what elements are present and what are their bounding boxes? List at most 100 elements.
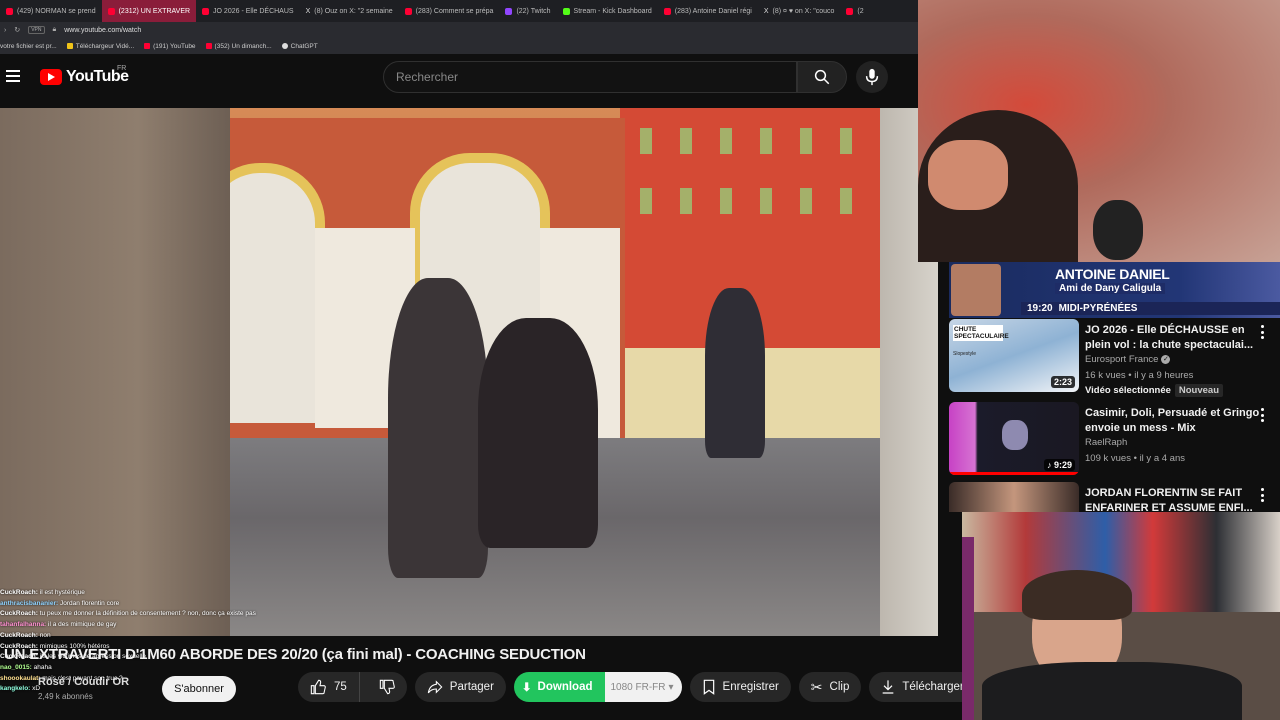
bookmark-label: (191) YouTube: [153, 42, 196, 50]
telecharger-button[interactable]: Télécharger: [869, 672, 976, 702]
subscribe-button[interactable]: S'abonner: [162, 676, 236, 702]
recommendation-channel[interactable]: Eurosport France ✓: [1085, 354, 1171, 365]
bookmark-item[interactable]: ChatGPT: [281, 43, 318, 50]
recommendation-stats: 16 k vues • il y a 9 heures: [1085, 370, 1194, 381]
dislike-button[interactable]: [367, 672, 407, 702]
youtube-icon: [144, 43, 151, 49]
like-count: 75: [334, 681, 347, 693]
chat-username[interactable]: CuckRoach:: [0, 632, 38, 639]
thumbs-down-icon: [379, 679, 395, 695]
recommendation-channel[interactable]: RaelRaph: [1085, 437, 1127, 448]
browser-tab[interactable]: (283) Comment se prépa: [399, 0, 500, 22]
video-duration: 2:23: [1050, 376, 1075, 388]
chat-username[interactable]: shoookaulat:: [0, 675, 40, 682]
chat-message: CuckRoach: il est hystérique: [0, 588, 300, 599]
recommendation-title[interactable]: Casimir, Doli, Persuadé et Gringo envoie…: [1085, 406, 1260, 436]
search-icon: [814, 69, 830, 85]
youtube-logo[interactable]: YouTube FR: [40, 65, 129, 86]
video-thumbnail[interactable]: CHUTE SPECTACULAIRE Slopestyle 2:23: [949, 319, 1079, 392]
browser-tab[interactable]: (22) Twitch: [499, 0, 556, 22]
video-thumbnail[interactable]: ♪ 9:29: [949, 402, 1079, 475]
browser-tab[interactable]: X (8) ¤ ♥ on X: "couco: [758, 0, 841, 22]
search-button[interactable]: [797, 61, 847, 93]
lock-icon: 🔒︎: [52, 26, 57, 33]
chat-username[interactable]: tahanfalhanna:: [0, 621, 46, 628]
bookmark-label: (352) Un dimanch...: [214, 42, 272, 50]
browser-tab[interactable]: (429) NORMAN se prend: [0, 0, 102, 22]
bookmark-label: Téléchargeur Vidé...: [75, 42, 135, 50]
quality-select[interactable]: 1080 FR-FR ▾: [604, 672, 682, 702]
more-options-icon[interactable]: [1261, 408, 1265, 422]
vpn-badge[interactable]: VPN: [28, 26, 45, 34]
like-button[interactable]: 75: [298, 672, 360, 702]
chat-username[interactable]: CuckRoach:: [0, 589, 38, 596]
chat-username[interactable]: CuckRoach:: [0, 610, 38, 617]
chat-username[interactable]: kangkelo:: [0, 685, 30, 692]
forward-icon[interactable]: ›: [4, 27, 6, 34]
chevron-down-icon: ▾: [668, 681, 674, 693]
share-icon: [427, 680, 443, 694]
bookmark-item[interactable]: (352) Un dimanch...: [205, 42, 272, 50]
download-arrow-icon: ⬇: [521, 682, 532, 694]
tab-label: (8) ¤ ♥ on X: "couco: [772, 7, 835, 15]
chat-message: anthracisbananier: Jordan florentin core: [0, 599, 300, 610]
verified-icon: ✓: [1161, 354, 1171, 364]
youtube-icon: [205, 43, 212, 49]
browser-tab[interactable]: (283) Antoine Daniel régi: [658, 0, 758, 22]
more-options-icon[interactable]: [1261, 325, 1265, 339]
share-button[interactable]: Partager: [414, 672, 506, 702]
download-icon: [66, 43, 73, 49]
address-bar[interactable]: › ↻ VPN 🔒︎ www.youtube.com/watch: [0, 22, 918, 38]
recommendation-item[interactable]: JORDAN FLORENTIN SE FAIT ENFARINER ET AS…: [949, 482, 1279, 514]
youtube-icon: [404, 7, 412, 15]
share-label: Partager: [449, 681, 494, 693]
recommendation-title[interactable]: JO 2026 - Elle DÉCHAUSSE en plein vol : …: [1085, 323, 1260, 353]
url-text[interactable]: www.youtube.com/watch: [64, 27, 141, 34]
webcam-bottom: [962, 512, 1280, 720]
browser-tab[interactable]: JO 2026 - Elle DÉCHAUS: [196, 0, 300, 22]
bookmark-item[interactable]: Téléchargeur Vidé...: [66, 42, 135, 50]
browser-tab[interactable]: (2: [840, 0, 869, 22]
video-thumbnail[interactable]: [949, 482, 1079, 512]
like-dislike-group: 75: [298, 672, 407, 702]
chatgpt-icon: [281, 43, 288, 49]
tab-label: (22) Twitch: [516, 7, 551, 15]
video-actions: 75 Partager ⬇ Download 1080 FR-FR ▾ Enre…: [298, 672, 976, 702]
browser-tab[interactable]: Stream - Kick Dashboard: [557, 0, 658, 22]
chat-username[interactable]: nao_0015:: [0, 664, 32, 671]
recommendation-item[interactable]: ♪ 9:29 Casimir, Doli, Persuadé et Gringo…: [949, 402, 1279, 480]
reload-icon[interactable]: ↻: [14, 26, 20, 34]
search-input[interactable]: Rechercher: [383, 61, 797, 93]
promo-banner[interactable]: ANTOINE DANIEL Ami de Dany Caligula 19:2…: [949, 262, 1280, 318]
twitch-icon: [505, 7, 513, 15]
bookmark-item[interactable]: votre fichier est pr...: [0, 43, 57, 50]
clip-button[interactable]: ✂ Clip: [798, 672, 862, 702]
tab-label: (283) Comment se prépa: [415, 7, 494, 15]
youtube-header: YouTube FR Rechercher: [0, 54, 918, 108]
hamburger-menu-icon[interactable]: [6, 70, 20, 82]
chat-message: tahanfalhanna: il a des mimique de gay: [0, 620, 300, 631]
recommendations-sidebar: ANTOINE DANIEL Ami de Dany Caligula 19:2…: [938, 262, 1280, 514]
voice-search-button[interactable]: [856, 61, 888, 93]
thumbs-up-icon: [310, 679, 326, 695]
download-button[interactable]: ⬇ Download: [513, 672, 605, 702]
video-player[interactable]: [0, 108, 938, 636]
browser-tab[interactable]: (2312) UN EXTRAVER: [101, 0, 197, 22]
channel-name[interactable]: Rosé / Coudir OR: [38, 676, 129, 688]
chat-username[interactable]: anthracisbananier:: [0, 600, 58, 607]
x-icon: X: [305, 7, 311, 15]
video-title: UN EXTRAVERTI D'1M60 ABORDE DES 20/20 (ç…: [4, 646, 586, 663]
subscriber-count: 2,49 k abonnés: [38, 692, 93, 701]
tab-label: (283) Antoine Daniel régi: [674, 7, 752, 15]
bookmark-item[interactable]: (191) YouTube: [144, 42, 196, 50]
banner-time: 19:20 MIDI-PYRÉNÉES: [1021, 302, 1280, 315]
youtube-icon: [846, 7, 854, 15]
recommendation-stats: 109 k vues • il y a 4 ans: [1085, 453, 1185, 464]
browser-tab[interactable]: X (8) Ouz on X: "2 semaine: [300, 0, 399, 22]
browser-tab-bar: (429) NORMAN se prend (2312) UN EXTRAVER J…: [0, 0, 918, 22]
scissors-icon: ✂: [810, 678, 823, 695]
more-options-icon[interactable]: [1261, 488, 1265, 502]
save-button[interactable]: Enregistrer: [689, 672, 791, 702]
bookmark-icon: [703, 679, 714, 695]
recommendation-item[interactable]: CHUTE SPECTACULAIRE Slopestyle 2:23 JO 2…: [949, 319, 1279, 397]
